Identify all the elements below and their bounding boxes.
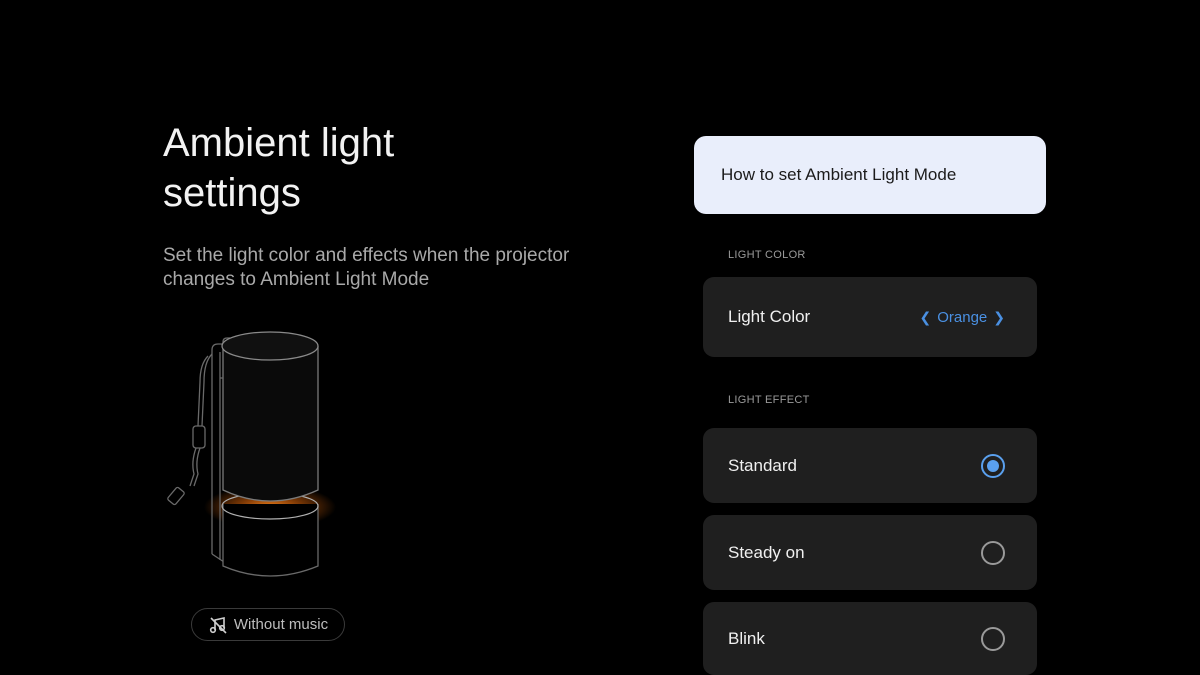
chevron-right-icon[interactable]: ❯: [993, 310, 1005, 324]
radio-checked-icon[interactable]: [981, 453, 1005, 478]
page-subtitle: Set the light color and effects when the…: [163, 245, 570, 290]
effect-option-blink[interactable]: Blink: [703, 602, 1037, 675]
radio-unchecked-icon[interactable]: [981, 626, 1005, 651]
effect-option-label: Blink: [728, 628, 765, 648]
light-color-section-label: LIGHT COLOR: [728, 249, 806, 261]
chevron-left-icon[interactable]: ❮: [919, 310, 931, 324]
light-color-value: Orange: [937, 308, 988, 326]
howto-label: How to set Ambient Light Mode: [721, 165, 957, 184]
effect-option-steady-on[interactable]: Steady on: [703, 515, 1037, 590]
effect-option-label: Steady on: [728, 542, 805, 562]
light-color-row[interactable]: Light Color ❮ Orange ❯: [703, 277, 1037, 357]
projector-illustration: [160, 322, 360, 590]
effect-option-standard[interactable]: Standard: [703, 428, 1037, 503]
light-effect-section-label: LIGHT EFFECT: [728, 394, 810, 406]
howto-button[interactable]: How to set Ambient Light Mode: [694, 136, 1046, 214]
without-music-button[interactable]: Without music: [191, 608, 345, 641]
page-title: Ambient light settings: [163, 121, 395, 215]
radio-unchecked-icon[interactable]: [981, 540, 1005, 565]
light-color-selector[interactable]: ❮ Orange ❯: [919, 309, 1005, 326]
light-color-label: Light Color: [728, 307, 811, 326]
effect-option-label: Standard: [728, 455, 797, 475]
without-music-label: Without music: [233, 616, 329, 633]
music-off-icon: [208, 615, 228, 635]
